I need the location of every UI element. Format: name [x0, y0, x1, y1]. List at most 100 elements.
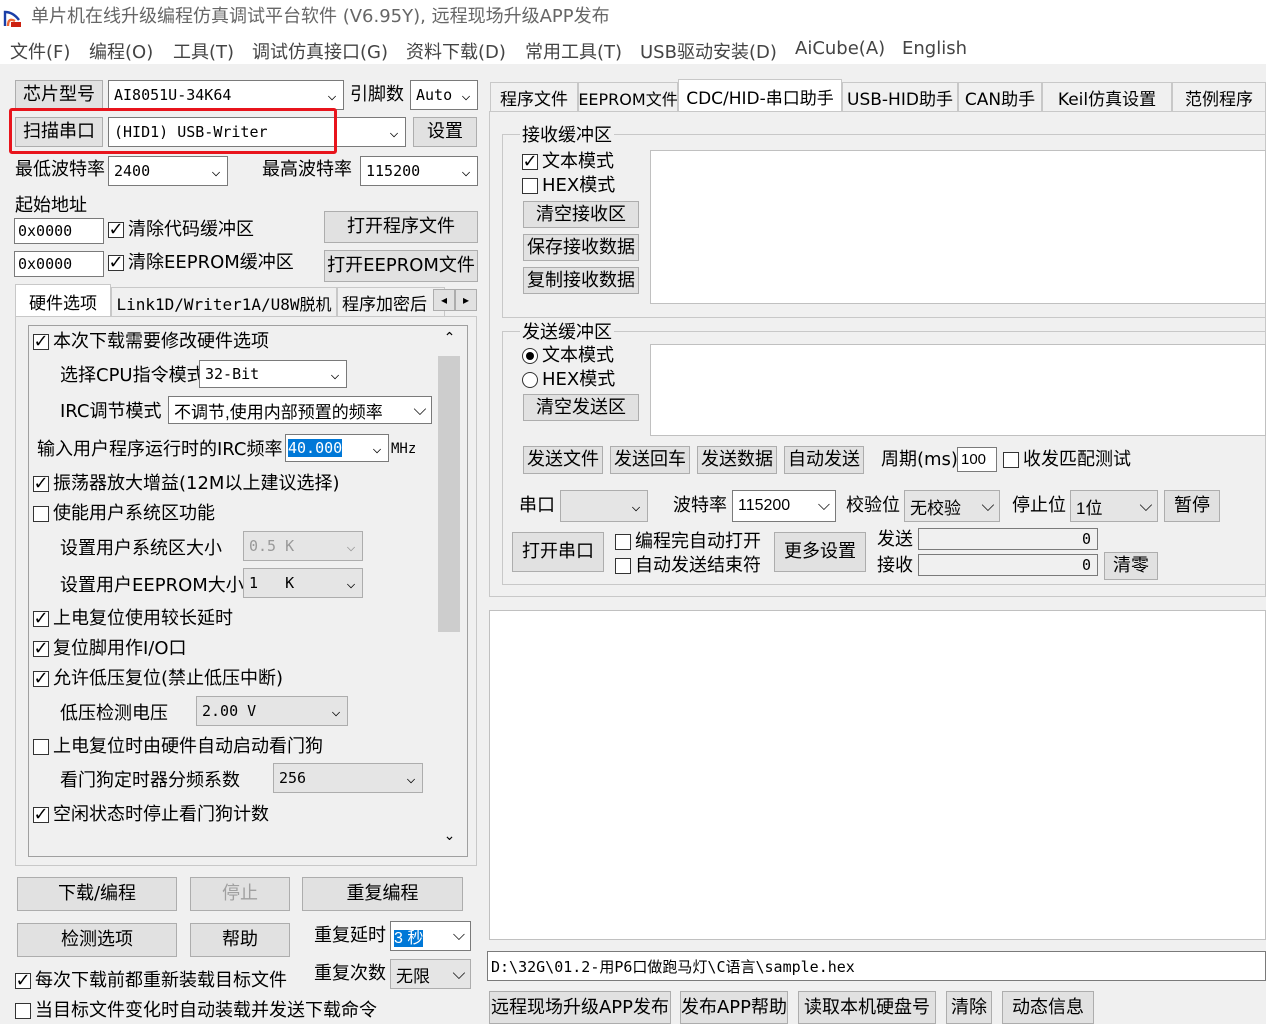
modify-hw-checkbox[interactable]: ✓ 本次下载需要修改硬件选项 [33, 333, 269, 351]
max-baud-select[interactable]: 115200 ⌵ [360, 156, 478, 186]
pins-select[interactable]: Auto ⌵ [410, 80, 478, 110]
reset-io-checkbox[interactable]: ✓ 复位脚用作I/O口 [33, 640, 187, 658]
baud-label: 波特率 [673, 495, 727, 516]
menu-aicube[interactable]: AiCube(A) [795, 38, 885, 59]
scroll-up-icon[interactable]: ⌃ [436, 330, 463, 354]
clear-receive-button[interactable]: 清空接收区 [523, 201, 639, 228]
baud-select[interactable]: 115200 ⌵ [732, 490, 836, 522]
chip-type-button[interactable]: 芯片型号 [15, 80, 103, 110]
stop-bits-select[interactable]: 1位 ⌵ [1070, 490, 1158, 522]
output-log[interactable] [489, 610, 1266, 940]
min-baud-select[interactable]: 2400 ⌵ [108, 156, 228, 186]
tab-program-file[interactable]: 程序文件 [490, 82, 578, 112]
eeprom-size-select[interactable]: 1 K ⌵ [243, 568, 363, 598]
empty-checkbox-icon [33, 506, 49, 522]
menu-common-tools[interactable]: 常用工具(T) [525, 38, 622, 64]
irc-mode-select[interactable]: 不调节,使用内部预置的频率 ⌵ [168, 396, 432, 424]
low-voltage-reset-checkbox[interactable]: ✓ 允许低压复位(禁止低压中断) [33, 670, 283, 688]
more-settings-button[interactable]: 更多设置 [774, 532, 866, 572]
check-icon: ✓ [33, 608, 49, 629]
chevron-down-icon: ⌵ [981, 496, 995, 515]
recv-hex-mode-checkbox[interactable]: HEX模式 [522, 177, 615, 195]
tab-serial-assistant[interactable]: CDC/HID-串口助手 [678, 79, 842, 112]
match-test-checkbox[interactable]: 收发匹配测试 [1003, 451, 1131, 469]
copy-receive-button[interactable]: 复制接收数据 [523, 267, 639, 294]
low-voltage-select[interactable]: 2.00 V ⌵ [196, 696, 348, 726]
send-data-button[interactable]: 发送数据 [697, 446, 777, 474]
tab-can[interactable]: CAN助手 [958, 82, 1042, 112]
chevron-down-icon: ⌵ [211, 162, 221, 180]
tab-offline[interactable]: Link1D/Writer1A/U8W脱机 [111, 287, 337, 317]
menu-usb-driver[interactable]: USB驱动安装(D) [640, 38, 777, 64]
clear-button[interactable]: 清除 [946, 991, 992, 1024]
dynamic-info-button[interactable]: 动态信息 [1002, 991, 1094, 1024]
recv-text-mode-checkbox[interactable]: ✓ 文本模式 [522, 153, 614, 171]
scroll-down-icon[interactable]: ⌄ [436, 828, 463, 852]
repeat-count-select[interactable]: 无限 ⌵ [390, 959, 471, 989]
clear-send-button[interactable]: 清空发送区 [523, 394, 639, 421]
tab-examples[interactable]: 范例程序 [1172, 82, 1266, 112]
publish-app-button[interactable]: 远程现场升级APP发布 [489, 991, 671, 1024]
port-settings-button[interactable]: 设置 [413, 117, 477, 147]
repeat-program-button[interactable]: 重复编程 [302, 877, 463, 911]
publish-help-button[interactable]: 发布APP帮助 [680, 991, 788, 1024]
tab-encrypt[interactable]: 程序加密后 [337, 287, 445, 317]
zero-counter-button[interactable]: 清零 [1104, 552, 1158, 580]
chevron-down-icon: ⌵ [330, 365, 340, 383]
open-eeprom-button[interactable]: 打开EEPROM文件 [324, 250, 478, 282]
menu-program[interactable]: 编程(O) [89, 38, 153, 64]
period-input[interactable]: 100 [957, 447, 997, 472]
stop-button[interactable]: 停止 [190, 877, 290, 911]
wdt-auto-checkbox[interactable]: 上电复位时由硬件自动启动看门狗 [33, 738, 323, 756]
eeprom-address-input[interactable]: 0x0000 [14, 251, 104, 277]
osc-gain-checkbox[interactable]: ✓ 振荡器放大增益(12M以上建议选择) [33, 475, 339, 493]
check-options-button[interactable]: 检测选项 [17, 923, 177, 957]
parity-select[interactable]: 无校验 ⌵ [904, 490, 1000, 522]
wdt-div-select[interactable]: 256 ⌵ [273, 763, 423, 793]
menu-tools[interactable]: 工具(T) [173, 38, 234, 64]
serial-port-select[interactable]: ⌵ [560, 490, 648, 522]
menu-file[interactable]: 文件(F) [10, 38, 70, 64]
auto-send-button[interactable]: 自动发送 [784, 446, 864, 474]
send-return-button[interactable]: 发送回车 [610, 446, 690, 474]
code-address-input[interactable]: 0x0000 [14, 218, 104, 244]
open-port-button[interactable]: 打开串口 [512, 532, 604, 572]
auto-open-checkbox[interactable]: 编程完自动打开 [615, 533, 761, 551]
tab-scroll-left-icon[interactable]: ◂ [433, 289, 455, 311]
send-text-mode-radio[interactable]: 文本模式 [522, 347, 614, 365]
tab-scroll-right-icon[interactable]: ▸ [455, 289, 477, 311]
reload-each-checkbox[interactable]: ✓ 每次下载前都重新装载目标文件 [15, 972, 287, 990]
empty-checkbox-icon [1003, 452, 1019, 468]
tab-usb-hid[interactable]: USB-HID助手 [842, 82, 958, 112]
scroll-thumb[interactable] [438, 356, 460, 632]
read-disk-id-button[interactable]: 读取本机硬盘号 [798, 991, 936, 1024]
receive-textarea[interactable] [650, 150, 1266, 304]
tab-keil[interactable]: Keil仿真设置 [1042, 82, 1172, 112]
repeat-delay-select[interactable]: 3 秒 ⌵ [390, 921, 471, 951]
send-hex-mode-radio[interactable]: HEX模式 [522, 371, 615, 389]
pause-button[interactable]: 暂停 [1164, 490, 1220, 522]
chevron-down-icon: ⌵ [413, 400, 427, 419]
menu-download[interactable]: 资料下载(D) [406, 38, 506, 64]
download-button[interactable]: 下载/编程 [17, 877, 177, 911]
cpu-mode-select[interactable]: 32-Bit ⌵ [199, 360, 347, 388]
user-system-checkbox[interactable]: 使能用户系统区功能 [33, 505, 215, 523]
chip-type-select[interactable]: AI8051U-34K64 ⌵ [108, 80, 344, 110]
save-receive-button[interactable]: 保存接收数据 [523, 234, 639, 261]
clear-eeprom-checkbox[interactable]: ✓ 清除EEPROM缓冲区 [108, 254, 294, 272]
send-file-button[interactable]: 发送文件 [523, 446, 603, 474]
menu-debug[interactable]: 调试仿真接口(G) [252, 38, 388, 64]
long-delay-checkbox[interactable]: ✓ 上电复位使用较长延时 [33, 610, 233, 628]
irc-freq-select[interactable]: 40.000 ⌵ [285, 434, 389, 462]
help-button[interactable]: 帮助 [190, 923, 290, 957]
clear-code-checkbox[interactable]: ✓ 清除代码缓冲区 [108, 221, 254, 239]
tab-hardware-options[interactable]: 硬件选项 [15, 284, 111, 317]
auto-reload-checkbox[interactable]: 当目标文件变化时自动装载并发送下载命令 [15, 1002, 377, 1020]
wdt-idle-checkbox[interactable]: ✓ 空闲状态时停止看门狗计数 [33, 806, 269, 824]
tab-eeprom-file[interactable]: EEPROM文件 [578, 82, 678, 112]
open-program-button[interactable]: 打开程序文件 [324, 211, 478, 243]
menu-english[interactable]: English [902, 38, 967, 59]
check-icon: ✓ [15, 970, 31, 991]
auto-end-checkbox[interactable]: 自动发送结束符 [615, 557, 761, 575]
send-textarea[interactable] [650, 344, 1266, 436]
